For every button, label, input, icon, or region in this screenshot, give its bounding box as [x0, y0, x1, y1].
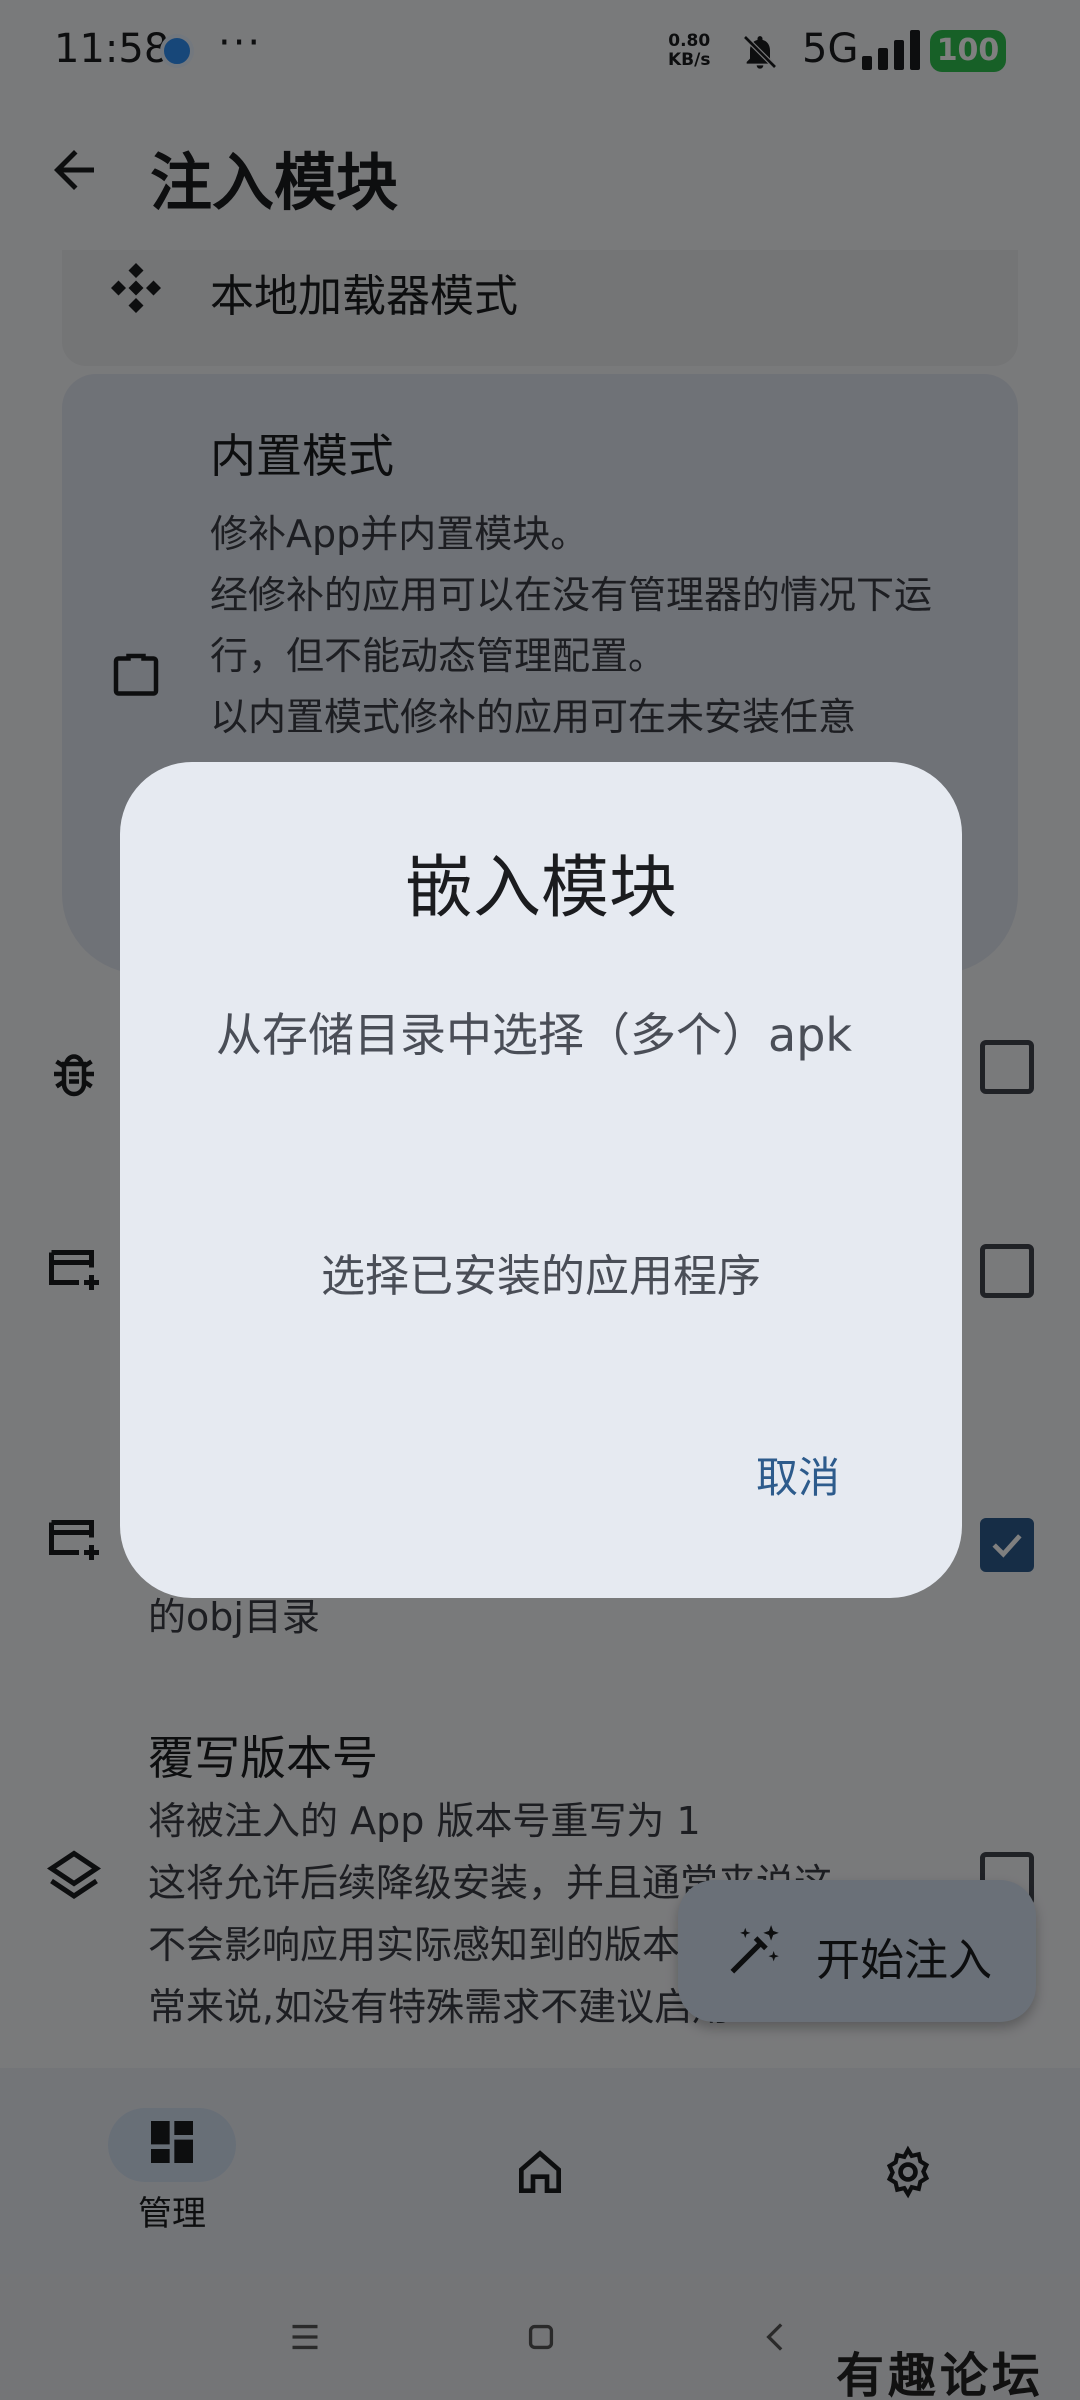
screen: 11:58 ··· 0.80 KB/s 5G 100 注入模块 — [0, 0, 1080, 2400]
embed-module-dialog: 嵌入模块 从存储目录中选择（多个）apk 选择已安装的应用程序 取消 — [120, 762, 962, 1598]
select-installed-apps-option[interactable]: 选择已安装的应用程序 — [120, 1240, 962, 1304]
cancel-button[interactable]: 取消 — [756, 1444, 840, 1505]
dialog-title: 嵌入模块 — [404, 849, 677, 928]
watermark: 有趣论坛 — [836, 2348, 1045, 2400]
select-from-storage-option[interactable]: 从存储目录中选择（多个）apk — [216, 998, 856, 1072]
